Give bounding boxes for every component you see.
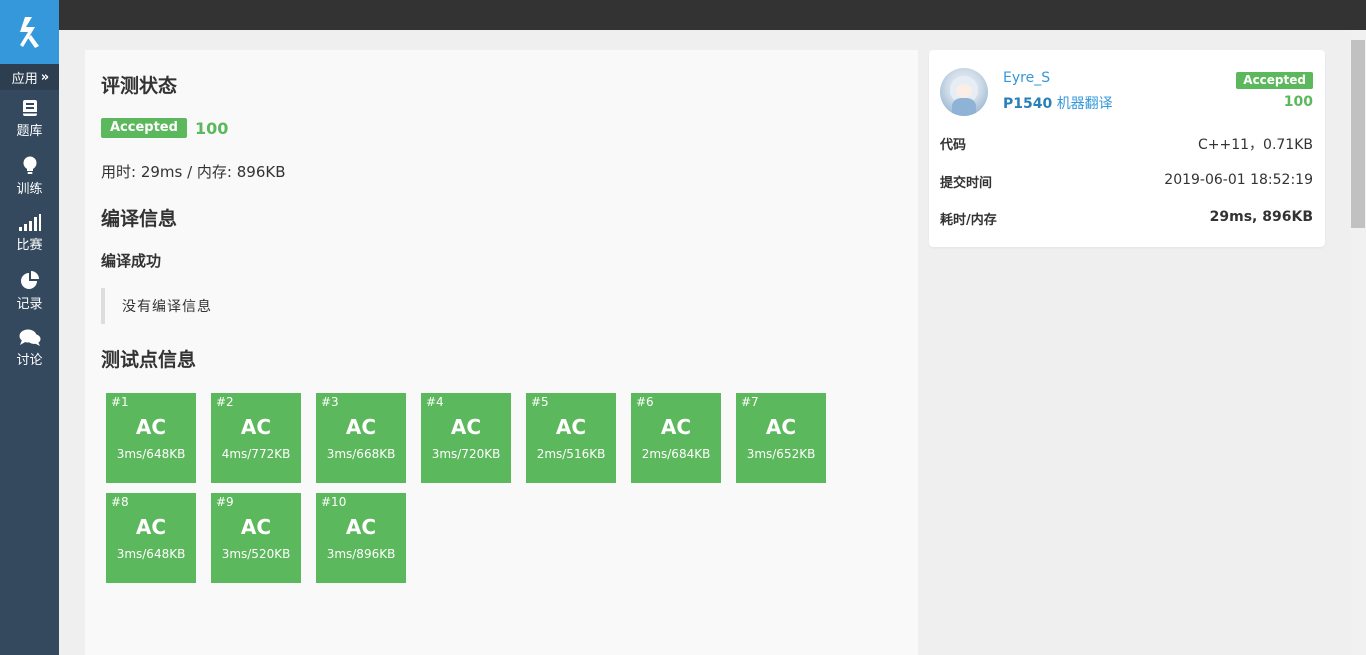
submission-info-card: Eyre_S P1540 机器翻译 Accepted 100 代码 C++11，…: [929, 50, 1325, 247]
problem-link[interactable]: P1540 机器翻译: [1003, 93, 1113, 113]
sidebar-item-records[interactable]: 记录: [0, 263, 59, 321]
logo-icon: [19, 17, 39, 48]
testcase-time-memory: 3ms/520KB: [221, 547, 291, 561]
testcase-number: #5: [531, 395, 549, 409]
code-value[interactable]: C++11，0.71KB: [1198, 134, 1313, 154]
testcase-section-title: 测试点信息: [101, 349, 197, 371]
code-row: 代码 C++11，0.71KB: [940, 134, 1313, 154]
time-memory-text: 用时: 29ms / 内存: 896KB: [101, 163, 286, 181]
testcase-tile[interactable]: #6 AC 2ms/684KB: [631, 393, 721, 483]
testcase-number: #3: [321, 395, 339, 409]
compile-message-block: 没有编译信息: [101, 288, 212, 324]
username-link[interactable]: Eyre_S: [1003, 70, 1050, 86]
testcase-result: AC: [555, 415, 587, 439]
testcase-number: #8: [111, 495, 129, 509]
sidebar-item-label: 记录: [16, 296, 43, 312]
compile-section-title: 编译信息: [101, 208, 178, 230]
testcase-result: AC: [345, 415, 377, 439]
testcase-number: #4: [426, 395, 444, 409]
testcase-number: #10: [321, 495, 347, 509]
testcase-time-memory: 2ms/684KB: [641, 447, 711, 461]
side-score-value: 100: [1283, 94, 1313, 110]
code-label: 代码: [940, 138, 967, 153]
submit-time-value: 2019-06-01 18:52:19: [1164, 172, 1313, 188]
submit-time-row: 提交时间 2019-06-01 18:52:19: [940, 172, 1313, 191]
testcase-time-memory: 3ms/720KB: [431, 447, 501, 461]
compile-result: 编译成功: [101, 252, 162, 270]
chat-bubbles-icon: [19, 329, 40, 347]
score-value: 100: [194, 118, 229, 138]
time-memory-value: 29ms, 896KB: [1209, 209, 1313, 225]
time-memory-label: 耗时/内存: [940, 213, 997, 228]
sidebar-item-label: 讨论: [16, 353, 43, 369]
testcase-tile[interactable]: #9 AC 3ms/520KB: [211, 493, 301, 583]
testcase-result: AC: [450, 415, 482, 439]
testcase-number: #2: [216, 395, 234, 409]
testcase-result: AC: [135, 415, 167, 439]
testcase-time-memory: 3ms/648KB: [116, 547, 186, 561]
testcase-result: AC: [135, 515, 167, 539]
testcase-time-memory: 2ms/516KB: [536, 447, 606, 461]
luogu-logo[interactable]: [0, 0, 59, 64]
testcase-tile[interactable]: #10 AC 3ms/896KB: [316, 493, 406, 583]
record-detail-card: 评测状态 Accepted 100 用时: 29ms / 内存: 896KB 编…: [85, 50, 918, 655]
testcase-result: AC: [240, 415, 272, 439]
testcase-result: AC: [240, 515, 272, 539]
testcase-time-memory: 3ms/896KB: [326, 547, 396, 561]
testcase-tile[interactable]: #4 AC 3ms/720KB: [421, 393, 511, 483]
avatar-body: [952, 98, 976, 116]
double-chevron-right-icon: »: [40, 69, 50, 85]
problem-name: 机器翻译: [1056, 96, 1113, 112]
testcase-tile[interactable]: #1 AC 3ms/648KB: [106, 393, 196, 483]
testcase-time-memory: 4ms/772KB: [221, 447, 291, 461]
pie-chart-icon: [20, 270, 39, 289]
sidebar-item-contests[interactable]: 比赛: [0, 205, 59, 263]
testcase-result: AC: [660, 415, 692, 439]
testcase-number: #6: [636, 395, 654, 409]
time-memory-row: 耗时/内存 29ms, 896KB: [940, 209, 1313, 228]
testcase-number: #7: [741, 395, 759, 409]
book-icon: [22, 99, 37, 116]
submit-time-label: 提交时间: [940, 176, 993, 191]
testcase-number: #9: [216, 495, 234, 509]
testcase-grid: #1 AC 3ms/648KB #2 AC 4ms/772KB #3 AC 3ms/668K…: [106, 393, 836, 583]
testcase-result: AC: [765, 415, 797, 439]
signal-bars-icon: [18, 214, 41, 232]
sidebar-item-discuss[interactable]: 讨论: [0, 320, 59, 378]
scrollbar-thumb[interactable]: [1351, 40, 1365, 228]
compile-message: 没有编译信息: [122, 299, 212, 315]
testcase-tile[interactable]: #3 AC 3ms/668KB: [316, 393, 406, 483]
user-avatar[interactable]: [940, 68, 988, 116]
app-menu-toggle[interactable]: 应用 »: [0, 64, 59, 90]
status-badge: Accepted: [101, 118, 187, 138]
testcase-time-memory: 3ms/668KB: [326, 447, 396, 461]
page-scrollbar[interactable]: [1350, 30, 1366, 655]
sidebar: 应用 » 题库 训练 比赛 记录 讨论: [0, 0, 59, 655]
lightbulb-icon: [23, 156, 36, 174]
status-row: Accepted 100: [101, 118, 228, 138]
status-section-title: 评测状态: [101, 75, 178, 97]
testcase-time-memory: 3ms/652KB: [746, 447, 816, 461]
testcase-time-memory: 3ms/648KB: [116, 447, 186, 461]
sidebar-item-training[interactable]: 训练: [0, 148, 59, 206]
sidebar-item-problems[interactable]: 题库: [0, 90, 59, 148]
top-header-bar: [59, 0, 1366, 30]
app-menu-label: 应用: [11, 71, 38, 87]
problem-id: P1540: [1003, 96, 1053, 112]
sidebar-item-label: 题库: [16, 123, 43, 139]
testcase-result: AC: [345, 515, 377, 539]
testcase-number: #1: [111, 395, 129, 409]
testcase-tile[interactable]: #8 AC 3ms/648KB: [106, 493, 196, 583]
side-status-badge: Accepted: [1236, 72, 1313, 89]
testcase-tile[interactable]: #2 AC 4ms/772KB: [211, 393, 301, 483]
testcase-tile[interactable]: #7 AC 3ms/652KB: [736, 393, 826, 483]
testcase-tile[interactable]: #5 AC 2ms/516KB: [526, 393, 616, 483]
sidebar-item-label: 比赛: [16, 238, 43, 254]
sidebar-item-label: 训练: [16, 181, 43, 197]
avatar-face: [956, 84, 972, 98]
